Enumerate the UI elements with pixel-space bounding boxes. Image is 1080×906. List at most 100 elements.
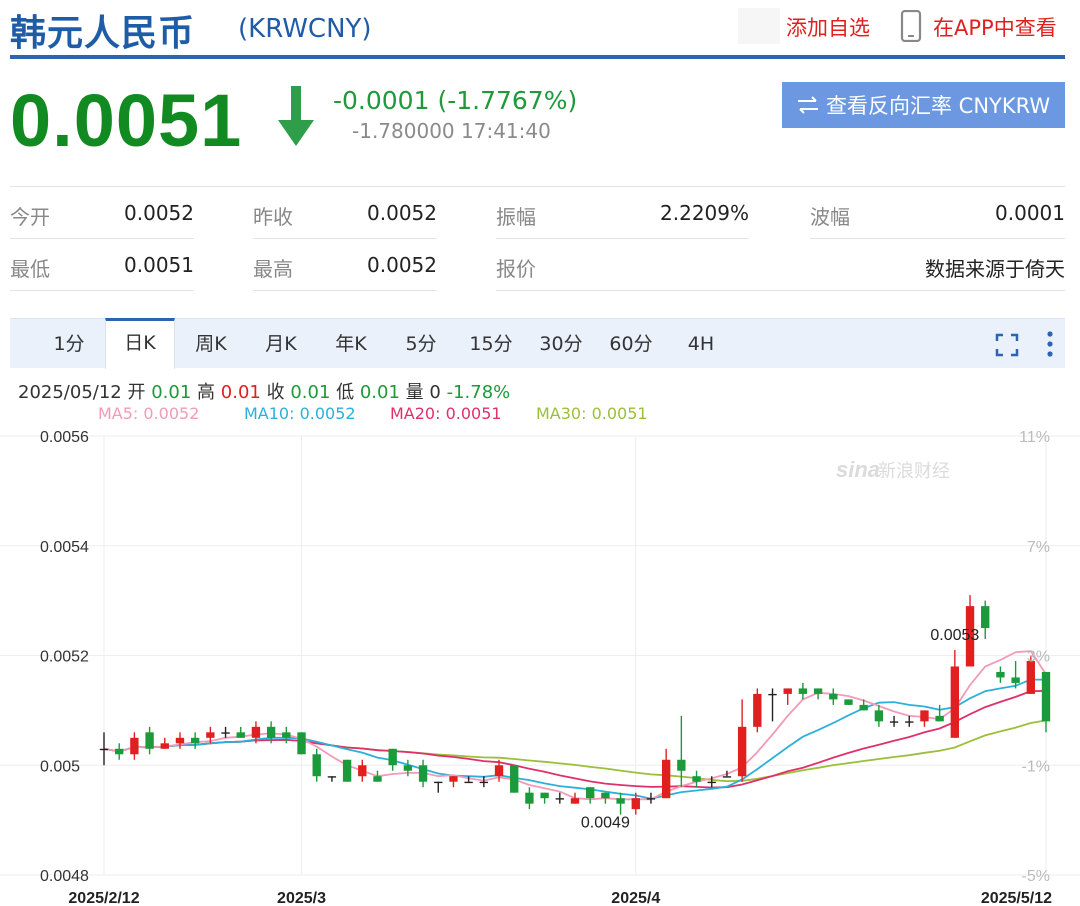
candle-body	[403, 765, 413, 771]
tab-4h[interactable]: 4H	[668, 319, 734, 369]
stat-value: 0.0052	[124, 201, 194, 225]
extreme-annotation: 0.0049	[581, 815, 630, 832]
info-open: 0.01	[151, 382, 192, 403]
tab-monthly-k[interactable]: 月K	[248, 319, 314, 369]
tab-30min[interactable]: 30分	[528, 319, 594, 369]
candle-body	[449, 776, 458, 782]
candle-body	[190, 737, 200, 744]
tab-1min[interactable]: 1分	[36, 319, 102, 369]
pct-tick-label: -5%	[1022, 868, 1050, 885]
stat-label: 最低	[10, 257, 50, 281]
symbol-code: (KRWCNY)	[238, 14, 372, 44]
info-high: 0.01	[220, 382, 261, 403]
candle-body	[783, 688, 792, 694]
candle-body	[434, 781, 443, 784]
y-tick-label: 0.0056	[40, 429, 89, 446]
candle-body	[631, 798, 640, 810]
stat-prev-close: 昨收 0.0052	[253, 187, 437, 239]
stat-value: 0.0001	[995, 201, 1065, 225]
candle-body	[327, 776, 337, 778]
info-vol-label: 量	[405, 382, 424, 403]
chart-grid	[0, 435, 1080, 876]
tab-60min[interactable]: 60分	[598, 319, 664, 369]
tab-15min[interactable]: 15分	[458, 319, 524, 369]
stat-label: 波幅	[810, 205, 850, 229]
candle-body	[661, 759, 671, 799]
ma5-label: MA5: 0.0052	[98, 404, 200, 423]
candle-body	[601, 792, 610, 799]
info-close: 0.01	[290, 382, 331, 403]
candle-body	[1026, 660, 1035, 694]
x-tick-label: 2025/5/12	[981, 890, 1052, 906]
price-change-time: -1.780000 17:41:40	[352, 119, 551, 143]
sina-watermark: sina 新浪财经	[836, 457, 950, 482]
candle-body	[418, 765, 428, 782]
tab-5min[interactable]: 5分	[388, 319, 454, 369]
stat-wave: 波幅 0.0001	[810, 187, 1065, 239]
candle-body	[692, 776, 701, 782]
candle-body	[130, 737, 139, 755]
view-in-app-link[interactable]: 在APP中查看	[933, 12, 1057, 42]
candle-body	[737, 726, 747, 777]
candle-body	[859, 704, 868, 711]
phone-icon[interactable]	[900, 10, 922, 42]
candle-body	[813, 688, 823, 694]
candle-body	[646, 798, 656, 800]
stat-low: 最低 0.0051	[10, 239, 194, 291]
ad-placeholder	[738, 8, 780, 44]
info-close-label: 收	[266, 382, 285, 403]
stat-value: 0.0052	[367, 201, 437, 225]
candle-body	[950, 666, 960, 738]
tab-weekly-k[interactable]: 周K	[178, 319, 244, 369]
candle-body	[388, 748, 397, 766]
tab-daily-k[interactable]: 日K	[105, 318, 175, 369]
stat-open: 今开 0.0052	[10, 187, 194, 239]
fullscreen-icon[interactable]	[995, 333, 1019, 357]
candle-body	[358, 765, 367, 777]
stats-table: 今开 0.0052 昨收 0.0052 振幅 2.2209% 波幅 0.0001…	[10, 186, 1065, 291]
current-price: 0.0051	[10, 79, 243, 162]
kline-chart[interactable]: sina 新浪财经 0.0056 0.0054 0.0052 0.005 0.0048 1…	[0, 425, 1080, 906]
stat-high: 最高 0.0052	[253, 239, 437, 291]
more-vertical-icon[interactable]	[1046, 331, 1054, 357]
candle-body	[1041, 671, 1051, 722]
y-tick-label: 0.0052	[40, 649, 89, 666]
ma-lines	[103, 650, 1047, 801]
candle-body	[753, 693, 762, 727]
x-tick-label: 2025/4	[611, 890, 660, 906]
candle-body	[236, 732, 245, 738]
info-open-label: 开	[127, 382, 146, 403]
candle-body	[297, 732, 306, 755]
stat-value: 2.2209%	[660, 201, 749, 225]
candle-body	[844, 699, 853, 705]
price-change: -0.0001 (-1.7767%)	[333, 86, 578, 115]
stat-label: 昨收	[253, 205, 293, 229]
candle-body	[768, 693, 777, 696]
extreme-annotation: 0.0053	[930, 627, 979, 644]
candle-body	[251, 726, 261, 738]
reverse-rate-button[interactable]: 查看反向汇率 CNYKRW	[782, 82, 1065, 128]
candle-body	[115, 748, 124, 755]
candle-body	[570, 798, 580, 804]
info-low-label: 低	[336, 382, 355, 403]
period-tabs: 1分 日K 周K 月K 年K 5分 15分 30分 60分 4H	[10, 318, 1065, 369]
candle-body	[616, 798, 625, 804]
candle-body	[206, 732, 215, 738]
pct-tick-label: 3%	[1027, 649, 1050, 666]
candle-body	[145, 732, 154, 749]
candle-body	[464, 781, 473, 784]
candle-body	[981, 606, 990, 629]
stat-quote: 报价 数据来源于倚天	[496, 239, 1065, 291]
down-arrow-icon	[278, 86, 314, 146]
stat-label: 今开	[10, 205, 50, 229]
ma10-line	[103, 678, 1046, 800]
axes: 0.0056 0.0054 0.0052 0.005 0.0048 11% 7% 3% -1% -…	[40, 429, 1052, 906]
candle-body	[996, 671, 1005, 678]
info-pct: -1.78%	[446, 382, 511, 403]
info-date: 2025/05/12	[18, 382, 122, 403]
ma5-line	[103, 650, 1047, 801]
add-favorite-link[interactable]: 添加自选	[786, 12, 870, 42]
tab-yearly-k[interactable]: 年K	[318, 319, 384, 369]
stat-amplitude: 振幅 2.2209%	[496, 187, 749, 239]
stat-label: 报价	[496, 257, 536, 281]
